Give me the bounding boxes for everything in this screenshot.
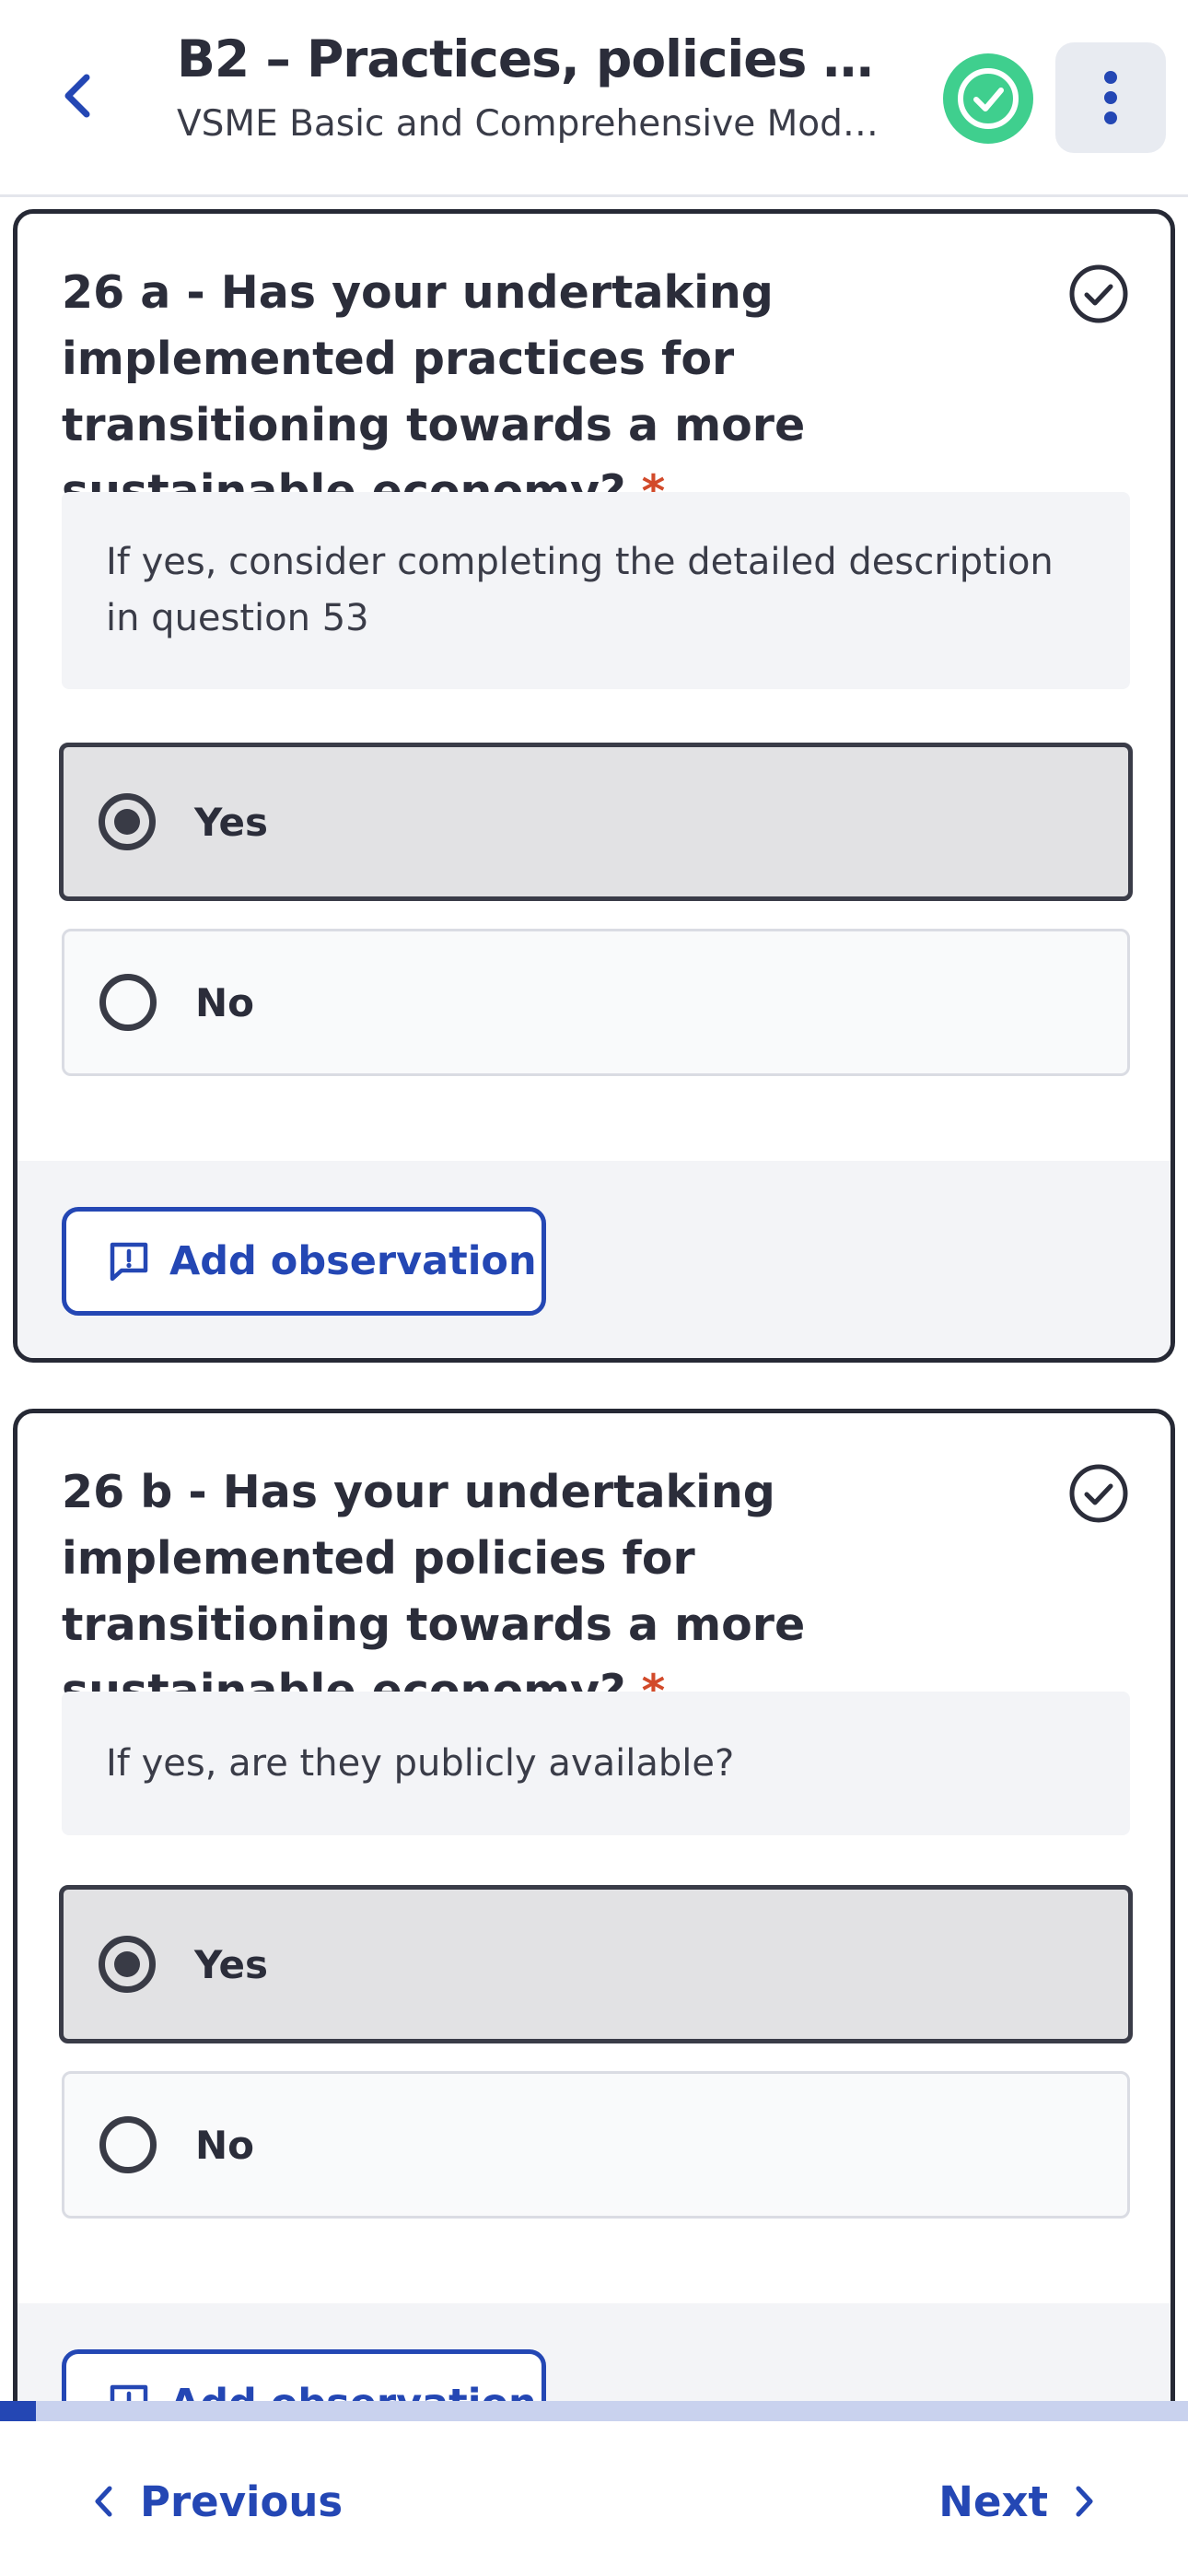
add-observation-button[interactable]: Add observation [62, 2349, 546, 2402]
question-title: 26 b - Has your undertaking implemented … [62, 1459, 1019, 1725]
question-list: 26 a - Has your undertaking implemented … [0, 200, 1188, 2402]
question-card: 26 a - Has your undertaking implemented … [13, 209, 1175, 1363]
bottom-navigation: Previous Next [0, 2421, 1188, 2576]
add-observation-button[interactable]: Add observation [62, 1207, 546, 1316]
observation-section: Add observation [17, 1161, 1171, 1358]
next-button[interactable]: Next [938, 2469, 1096, 2534]
question-card: 26 b - Has your undertaking implemented … [13, 1409, 1175, 2402]
check-circle-outline-icon [1069, 1464, 1128, 1523]
option-label: Yes [194, 799, 269, 845]
question-hint: If yes, consider completing the detailed… [62, 492, 1130, 689]
more-options-button[interactable] [1055, 42, 1166, 153]
previous-button[interactable]: Previous [92, 2469, 343, 2534]
next-label: Next [938, 2476, 1048, 2526]
page-title: B2 – Practices, policies and… [177, 29, 904, 88]
radio-selected-icon[interactable] [99, 793, 156, 850]
top-app-bar: B2 – Practices, policies and… VSME Basic… [0, 0, 1188, 197]
question-text: 26 b - Has your undertaking implemented … [62, 1466, 806, 1717]
chevron-right-icon [1076, 2486, 1093, 2517]
option-yes[interactable]: Yes [59, 743, 1133, 901]
option-label: Yes [194, 1941, 269, 1987]
chevron-left-icon [64, 74, 90, 118]
radio-selected-icon[interactable] [99, 1936, 156, 1993]
option-label: No [195, 979, 255, 1025]
page-subtitle: VSME Basic and Comprehensive Mod… [177, 103, 879, 145]
option-yes[interactable]: Yes [59, 1885, 1133, 2043]
option-no[interactable]: No [62, 2071, 1130, 2219]
progress-fill [0, 2401, 36, 2421]
back-button[interactable] [48, 66, 107, 125]
observation-section: Add observation [17, 2303, 1171, 2402]
question-title: 26 a - Has your undertaking implemented … [62, 260, 1019, 525]
add-observation-label: Add observation [169, 2381, 537, 2402]
comment-alert-icon [110, 1242, 148, 1282]
question-text: 26 a - Has your undertaking implemented … [62, 266, 806, 518]
option-label: No [195, 2122, 255, 2168]
radio-unselected-icon[interactable] [99, 974, 157, 1031]
question-hint: If yes, are they publicly available? [62, 1692, 1130, 1835]
comment-alert-icon [110, 2384, 148, 2402]
option-no[interactable]: No [62, 929, 1130, 1076]
chevron-left-icon [95, 2486, 112, 2517]
add-observation-label: Add observation [169, 1238, 537, 1284]
check-circle-outline-icon [1069, 264, 1128, 323]
radio-unselected-icon[interactable] [99, 2116, 157, 2173]
progress-bar [0, 2401, 1188, 2421]
check-circle-icon [943, 53, 1033, 144]
previous-label: Previous [140, 2476, 344, 2526]
more-vertical-icon [1104, 71, 1117, 124]
header-text: B2 – Practices, policies and… VSME Basic… [177, 26, 914, 147]
